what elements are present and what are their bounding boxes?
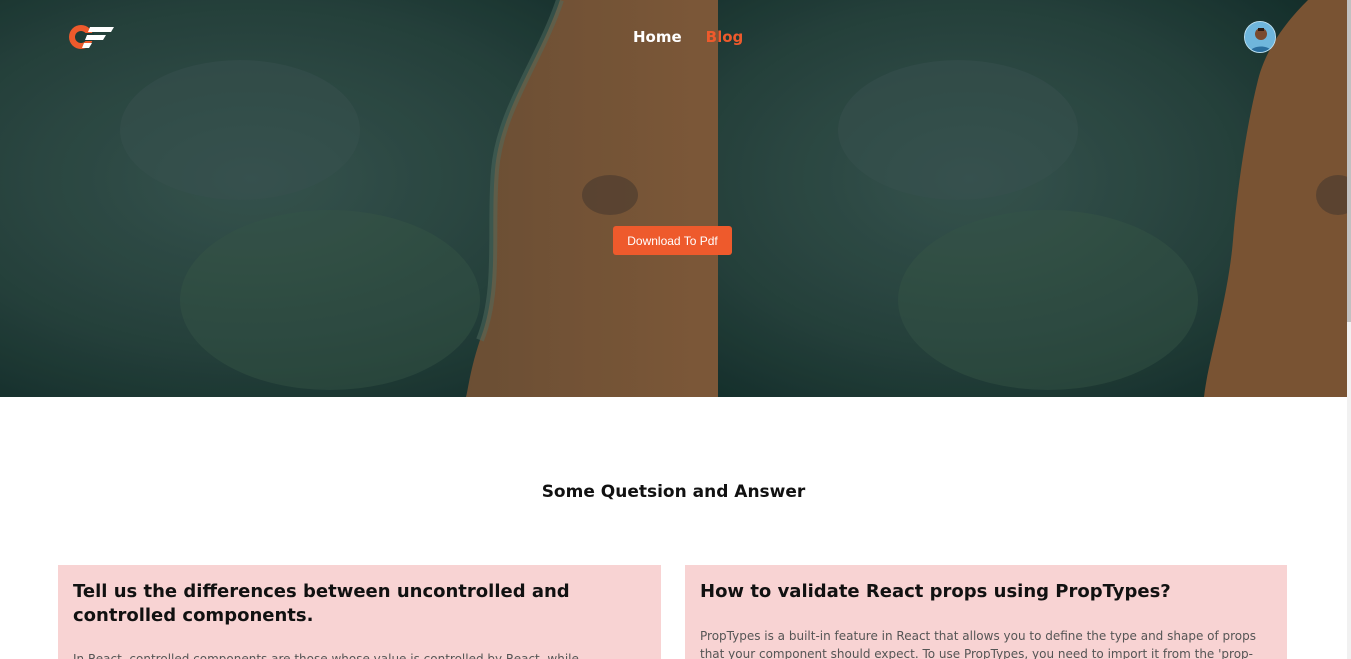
page-scrollbar[interactable] (1347, 0, 1351, 659)
question-card: Tell us the differences between uncontro… (58, 565, 661, 659)
question-answer: PropTypes is a built-in feature in React… (700, 629, 1257, 659)
hero-image-left (0, 0, 718, 397)
download-pdf-button[interactable]: Download To Pdf (613, 226, 732, 255)
scrollbar-thumb[interactable] (1347, 0, 1351, 322)
hero-image-right (718, 0, 1347, 397)
question-answer: In React, controlled components are thos… (73, 652, 579, 659)
nav-blog-link[interactable]: Blog (706, 27, 744, 47)
hero-banner: Home Blog Download To Pdf (0, 0, 1347, 397)
user-avatar-icon[interactable] (1244, 21, 1276, 53)
cf-logo-icon[interactable] (68, 22, 116, 52)
main-nav: Home Blog (633, 27, 743, 47)
question-title: Tell us the differences between uncontro… (73, 581, 570, 626)
question-card: How to validate React props using PropTy… (685, 565, 1287, 659)
question-title: How to validate React props using PropTy… (700, 581, 1171, 602)
section-title: Some Quetsion and Answer (541, 482, 806, 502)
nav-home-link[interactable]: Home (633, 27, 682, 47)
